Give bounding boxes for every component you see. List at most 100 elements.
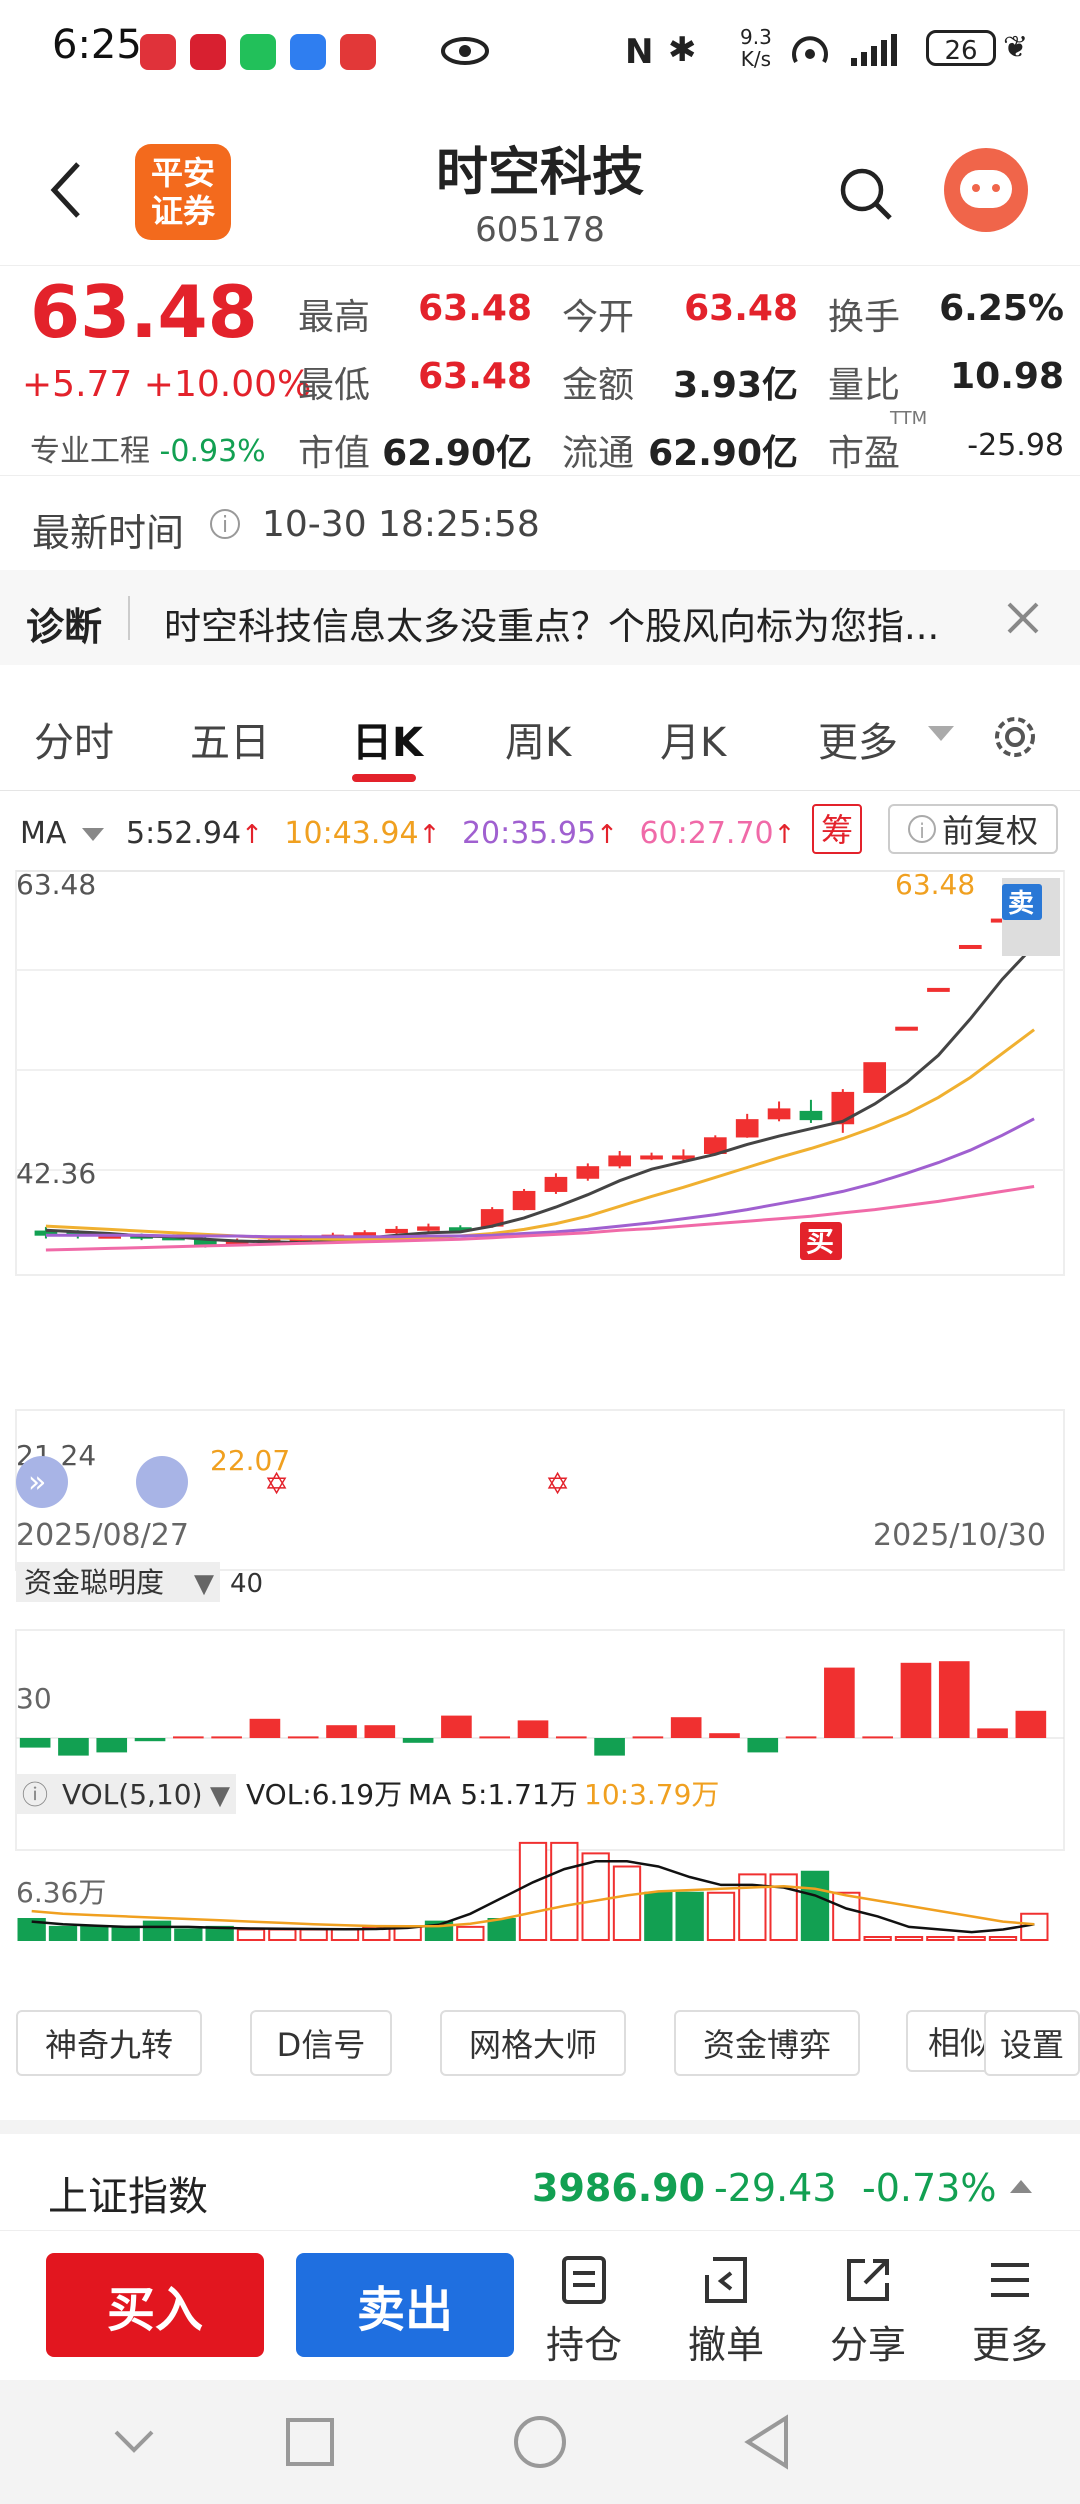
volume-bar (769, 1873, 798, 1941)
fund-bar (134, 1738, 166, 1742)
diagnosis-banner[interactable]: 诊断 时空科技信息太多没重点？个股风向标为您指... (0, 570, 1080, 665)
update-time-bar: 最新时间 i 10-30 18:25:58 (0, 475, 1080, 571)
pe-label: 市盈 (828, 433, 901, 474)
tool-grid-master[interactable]: 网格大师 (440, 2010, 626, 2076)
cancel-order-icon (705, 2257, 747, 2303)
bluetooth-icon: ✱ (668, 30, 697, 70)
fund-bar (900, 1662, 932, 1738)
sell-button[interactable]: 卖出 (296, 2253, 514, 2357)
search-icon[interactable] (838, 166, 894, 222)
more-button[interactable]: 更多 (960, 2255, 1060, 2369)
info-icon[interactable]: i (210, 509, 240, 539)
vol-indicator-label: VOL(5,10) (62, 1778, 203, 1811)
signal-icon (851, 34, 897, 66)
up-arrow-icon: ↑ (596, 820, 618, 850)
chevron-down-icon[interactable] (82, 828, 104, 841)
adjust-mode-button[interactable]: i 前复权 (888, 804, 1058, 854)
fund-bar (709, 1733, 740, 1738)
vol-ma10-value: 10:3.79万 (584, 1778, 719, 1811)
close-icon[interactable] (1005, 600, 1041, 636)
index-change-pct: -0.73% (862, 2166, 997, 2210)
candle-body (640, 1155, 663, 1160)
candle-body (767, 1108, 791, 1120)
open-label: 今开 (562, 297, 635, 338)
tab-daily-k[interactable]: 日K (352, 710, 423, 768)
fund-bar (441, 1715, 472, 1738)
sector-info[interactable]: 专业工程 -0.93% (30, 426, 266, 470)
fund-bar (249, 1718, 281, 1738)
volume-bar (518, 1841, 548, 1941)
fund-bar (402, 1738, 434, 1743)
tab-more[interactable]: 更多 (818, 710, 898, 768)
nav-back-icon[interactable] (742, 2414, 792, 2470)
double-left-icon: » (28, 1465, 46, 1500)
last-price: 63.48 (30, 270, 258, 354)
diagnosis-text[interactable]: 时空科技信息太多没重点？个股风向标为您指... (164, 596, 939, 650)
tool-fund-game[interactable]: 资金博弈 (674, 2010, 860, 2076)
candle-body (576, 1166, 600, 1179)
y-axis-top-label: 63.48 (16, 870, 96, 901)
cancel-order-button[interactable]: 撤单 (676, 2255, 776, 2369)
app-notification-icon (190, 34, 226, 70)
tab-intraday[interactable]: 分时 (34, 710, 114, 768)
indicator-tool-row: 神奇九转 D信号 网格大师 资金博弈 相似 设置 (0, 2010, 1080, 2090)
vol-axis-label: 6.36万 (16, 1876, 106, 1909)
chevron-down-icon[interactable]: ▼ (194, 1569, 214, 1599)
tab-monthly-k[interactable]: 月K (660, 710, 726, 768)
low-label: 最低 (298, 365, 371, 406)
tool-magic-nine[interactable]: 神奇九转 (16, 2010, 202, 2076)
fund-bars (19, 1661, 1047, 1756)
pe-value: -25.98 (967, 428, 1064, 463)
signal-star-icon: ✡ (545, 1467, 570, 1502)
low-value: 63.48 (418, 356, 532, 397)
nav-hide-icon[interactable] (112, 2426, 156, 2456)
assistant-avatar[interactable] (944, 148, 1028, 232)
net-speed: 9.3 K/s (740, 25, 772, 71)
status-time: 6:25 (52, 22, 142, 68)
candle-body (353, 1232, 377, 1237)
nav-recents-icon[interactable] (284, 2416, 336, 2468)
fund-bar (977, 1728, 1008, 1738)
volume-bar (832, 1891, 861, 1941)
fund-bar (96, 1738, 128, 1753)
nfc-icon: N (625, 32, 654, 72)
battery-icon: 26 (926, 30, 996, 66)
fund-bar (555, 1736, 587, 1739)
fund-bar (211, 1736, 242, 1739)
tab-five-day[interactable]: 五日 (190, 710, 270, 768)
candle-body (799, 1110, 823, 1121)
kline-chart-area[interactable]: MA 5:52.94↑ 10:43.94↑ 20:35.95↑ 60:27.70… (0, 790, 1080, 2090)
kline-svg[interactable]: 63.48 42.36 21.24 63.48 卖 买 22.07 » ✡ ✡ … (0, 870, 1080, 2030)
high-label: 最高 (298, 297, 371, 338)
gear-icon[interactable] (990, 712, 1040, 762)
divider (128, 596, 130, 640)
market-index-bar[interactable]: 上证指数 3986.90 -29.43 -0.73% (0, 2120, 1080, 2244)
buy-button[interactable]: 买入 (46, 2253, 264, 2357)
back-icon[interactable] (46, 160, 86, 220)
update-time-label: 最新时间 (32, 511, 185, 555)
share-button[interactable]: 分享 (818, 2255, 918, 2369)
sell-tag-label: 卖 (1008, 889, 1034, 919)
nav-home-icon[interactable] (512, 2414, 568, 2470)
wechat-icon (240, 34, 276, 70)
volume-bar (48, 1925, 78, 1941)
fund-bar (517, 1720, 549, 1738)
chevron-down-icon[interactable] (928, 726, 954, 741)
ma-label[interactable]: MA (20, 816, 66, 851)
holdings-button[interactable]: 持仓 (534, 2255, 634, 2369)
tab-weekly-k[interactable]: 周K (505, 710, 571, 768)
active-tab-indicator (352, 774, 416, 782)
info-icon: i (907, 815, 936, 843)
eye-icon (441, 37, 489, 65)
chevron-down-icon[interactable]: ▼ (210, 1781, 230, 1811)
broker-logo[interactable]: 平安 证券 (135, 144, 231, 240)
fund-bar (173, 1736, 204, 1739)
market-cap-label: 市值 (298, 433, 371, 474)
marker-button[interactable] (136, 1456, 188, 1508)
fund-bar (287, 1736, 319, 1739)
tool-settings[interactable]: 设置 (984, 2010, 1080, 2076)
tool-d-signal[interactable]: D信号 (250, 2010, 392, 2076)
chip-distribution-button[interactable]: 筹 (812, 804, 862, 854)
stock-name: 时空科技 (435, 143, 644, 203)
expand-up-icon[interactable] (1010, 2180, 1032, 2193)
